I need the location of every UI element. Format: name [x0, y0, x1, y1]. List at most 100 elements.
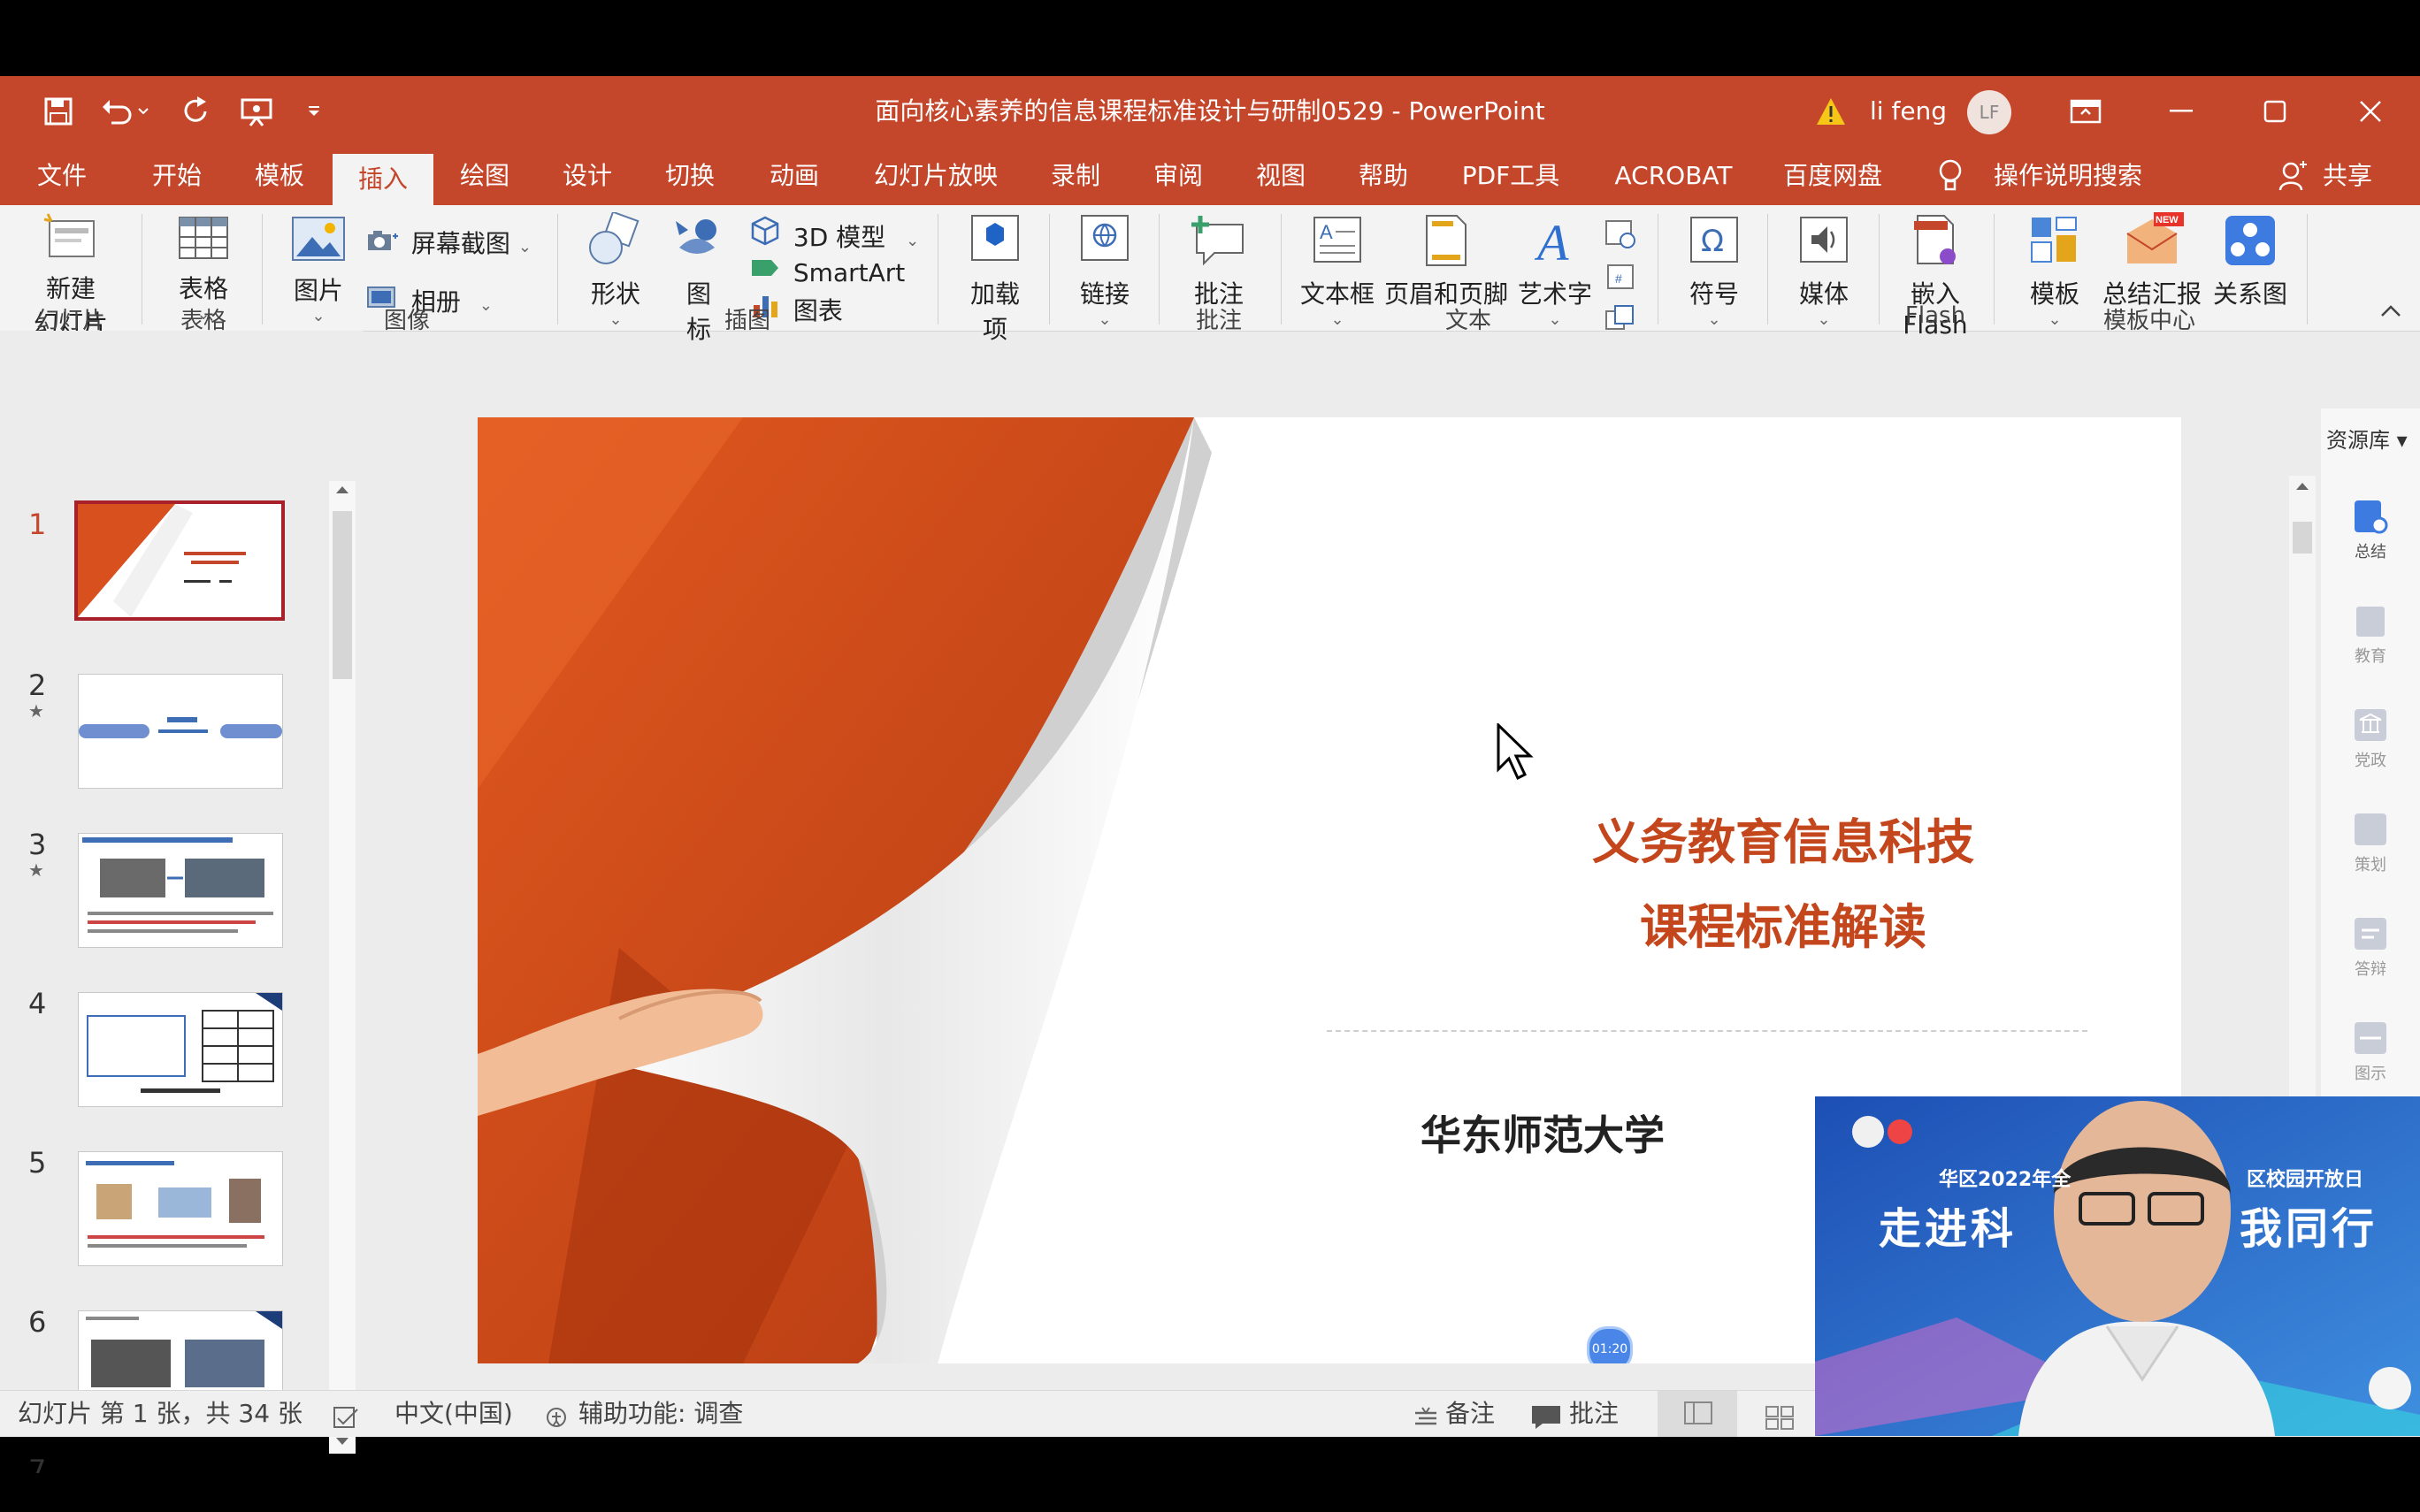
notes-icon[interactable] [1412, 1400, 1440, 1446]
customize-toolbar-icon[interactable] [301, 92, 327, 131]
3d-model-button[interactable]: 3D 模型 ⌄ [750, 216, 919, 254]
save-icon[interactable] [39, 92, 78, 131]
tab-transitions[interactable]: 切换 [646, 147, 734, 205]
tab-slideshow[interactable]: 幻灯片放映 [865, 147, 1007, 205]
date-time-icon[interactable] [1603, 218, 1638, 253]
tab-help[interactable]: 帮助 [1339, 147, 1428, 205]
scroll-up-icon[interactable] [2294, 479, 2311, 497]
thumbnail-slide-2[interactable] [78, 674, 283, 789]
accessibility-icon[interactable] [543, 1400, 573, 1446]
cube-icon [750, 216, 780, 252]
shapes-button[interactable]: 形状 ⌄ [573, 210, 658, 329]
chart-label: 图表 [793, 296, 843, 325]
scroll-up-icon[interactable] [333, 483, 351, 500]
tab-home[interactable]: 开始 [133, 147, 221, 205]
group-illustrations: 插图 [724, 308, 770, 334]
notes-button[interactable]: 备注 [1445, 1391, 1495, 1437]
avatar[interactable]: LF [1967, 90, 2011, 134]
thumb-number: 4 [28, 987, 47, 1020]
resource-item-diagram[interactable]: 图示 [2344, 1019, 2397, 1084]
tab-templates[interactable]: 模板 [235, 147, 324, 205]
slide-number-icon[interactable]: # [1603, 262, 1638, 297]
tab-baidu-netdisk[interactable]: 百度网盘 [1771, 147, 1895, 205]
user-name[interactable]: li feng [1870, 76, 1947, 147]
smartart-button[interactable]: SmartArt [750, 255, 905, 287]
thumbnail-slide-4[interactable] [78, 992, 283, 1107]
slide-sorter-icon[interactable] [1764, 1400, 1796, 1446]
defense-icon [2355, 918, 2386, 950]
slide-thumbnails-pane: 1 2 ★ 3 ★ 4 5 6 7 [0, 331, 363, 1473]
normal-view-icon [1684, 1401, 1712, 1424]
undo-dropdown-icon[interactable] [134, 92, 152, 131]
slide-title-line-2[interactable]: 课程标准解读 [1456, 888, 2110, 958]
language-indicator[interactable]: 中文(中国) [394, 1391, 513, 1437]
tab-pdf-tools[interactable]: PDF工具 [1449, 147, 1573, 205]
normal-view-button[interactable] [1658, 1391, 1737, 1437]
close-icon[interactable] [2335, 76, 2406, 147]
warning-icon [1811, 92, 1850, 131]
tab-file[interactable]: 文件 [18, 147, 106, 205]
tab-animations[interactable]: 动画 [750, 147, 839, 205]
thumbnail-slide-1[interactable] [74, 500, 285, 621]
chevron-down-icon: ⌄ [1548, 310, 1562, 329]
comment-icon[interactable] [1530, 1400, 1562, 1446]
resource-library-button[interactable]: 资源库 ▾ [2326, 423, 2408, 454]
presenter-icon[interactable] [237, 92, 276, 131]
undo-icon[interactable] [97, 92, 136, 131]
textbox-button[interactable]: A 文本框 ⌄ [1295, 212, 1380, 329]
scroll-thumb[interactable] [2293, 522, 2312, 554]
addins-button[interactable]: 加载 项 [955, 212, 1035, 346]
resource-item-summary[interactable]: 总结 [2344, 497, 2397, 562]
summary-icon [2355, 500, 2388, 534]
planning-icon [2355, 813, 2386, 845]
redo-icon[interactable] [177, 92, 216, 131]
resource-item-defense[interactable]: 答辩 [2344, 914, 2397, 980]
relation-diagram-button[interactable]: 关系图 [2208, 212, 2293, 310]
ribbon-display-icon[interactable] [2050, 76, 2121, 147]
resource-item-planning[interactable]: 策划 [2344, 810, 2397, 875]
slide-university[interactable]: 华东师范大学 [1421, 1103, 1665, 1162]
resource-library-label: 资源库 [2326, 428, 2390, 453]
share-button[interactable]: 共享 [2278, 147, 2402, 205]
thumbnail-slide-5[interactable] [78, 1151, 283, 1266]
tell-me-search[interactable]: 操作说明搜索 [1937, 147, 2255, 205]
comments-button[interactable]: 批注 [1569, 1391, 1619, 1437]
minimize-icon[interactable] [2146, 76, 2217, 147]
collapse-ribbon-icon[interactable] [2379, 304, 2402, 322]
group-flash: Flash [1904, 302, 1966, 329]
media-button[interactable]: 媒体 ⌄ [1781, 212, 1866, 329]
new-slide-label-1: 新建 [45, 274, 96, 303]
link-button[interactable]: 链接 ⌄ [1065, 212, 1145, 329]
object-icon[interactable] [1603, 304, 1638, 336]
tab-record[interactable]: 录制 [1031, 147, 1120, 205]
picture-button[interactable]: 图片 ⌄ [274, 212, 363, 325]
screenshot-button[interactable]: 屏幕截图 ⌄ [366, 225, 532, 260]
maximize-icon[interactable] [2240, 76, 2310, 147]
title-divider [1327, 1030, 2087, 1032]
tab-acrobat[interactable]: ACROBAT [1603, 147, 1744, 205]
summary-report-button[interactable]: NEW 总结汇报 [2096, 212, 2208, 310]
separator [1879, 214, 1880, 325]
animation-star-icon: ★ [28, 700, 44, 722]
tab-draw[interactable]: 绘图 [440, 147, 529, 205]
wordart-button[interactable]: A 艺术字 ⌄ [1512, 212, 1597, 329]
video-banner-big-2: 我同行 [2240, 1204, 2378, 1254]
tab-review[interactable]: 审阅 [1134, 147, 1222, 205]
thumbnail-slide-3[interactable] [78, 833, 283, 948]
tab-view[interactable]: 视图 [1237, 147, 1325, 205]
header-footer-button[interactable]: 页眉和页脚 [1382, 212, 1511, 310]
spellcheck-icon[interactable] [331, 1400, 361, 1446]
accessibility-status[interactable]: 辅助功能: 调查 [578, 1391, 743, 1437]
table-label: 表格 [178, 274, 228, 303]
resource-item-education[interactable]: 教育 [2344, 601, 2397, 667]
thumbnail-scrollbar[interactable] [329, 481, 356, 1454]
resource-item-party[interactable]: 党政 [2344, 706, 2397, 771]
symbol-button[interactable]: Ω 符号 ⌄ [1672, 212, 1757, 329]
comment-button[interactable]: 批注 [1176, 212, 1261, 310]
slide-title-line-1[interactable]: 义务教育信息科技 [1456, 803, 2110, 873]
scroll-thumb[interactable] [333, 511, 352, 679]
tab-insert[interactable]: 插入 [333, 154, 433, 205]
chevron-down-icon: ⌄ [311, 307, 325, 325]
recording-timer[interactable]: 01:20 [1587, 1326, 1633, 1363]
tab-design[interactable]: 设计 [543, 147, 632, 205]
